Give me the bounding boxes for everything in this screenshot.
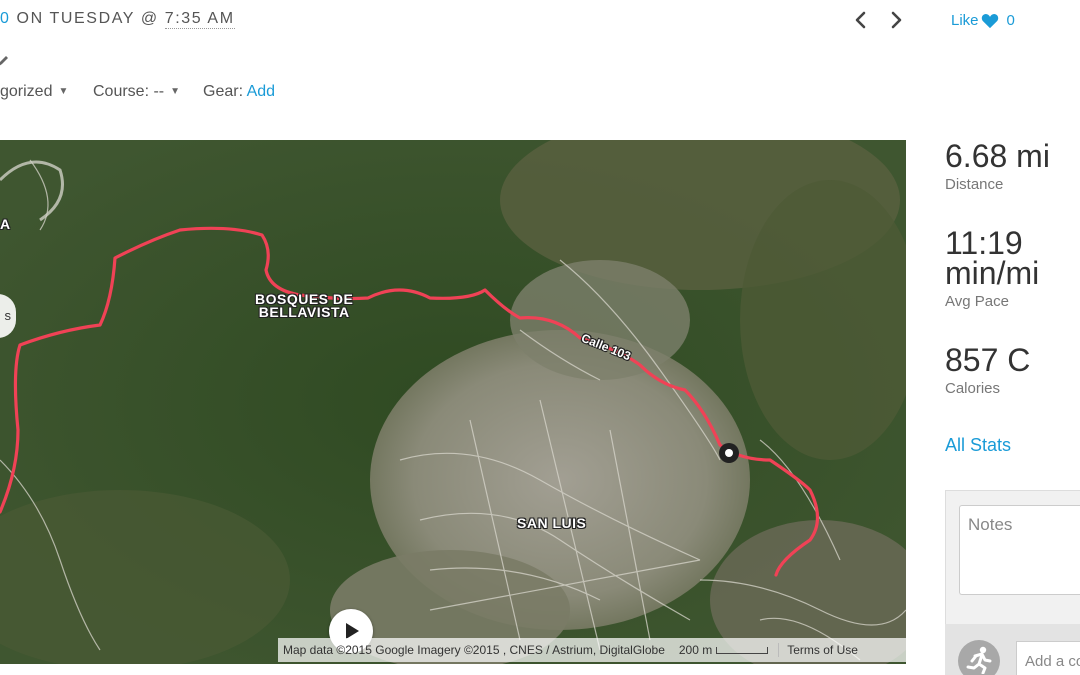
map-scale-label: 200 m [678, 643, 713, 657]
map-label-line: BELLAVISTA [258, 304, 350, 320]
like-count: 0 [1006, 12, 1015, 29]
course-dropdown[interactable]: Course: -- ▼ [93, 83, 180, 101]
map-attribution-bar: Map data ©2015 Google Imagery ©2015 , CN… [278, 638, 906, 662]
previous-activity-button[interactable] [850, 8, 872, 32]
notes-input[interactable]: Notes [959, 505, 1080, 595]
calories-value: 857 C [945, 342, 1031, 378]
caret-down-icon: ▼ [170, 86, 181, 97]
comment-input[interactable]: Add a co [1016, 641, 1080, 675]
chevron-left-icon [855, 11, 866, 29]
all-stats-link[interactable]: All Stats [945, 435, 1011, 456]
distance-value: 6.68 mi [945, 138, 1050, 174]
map-label-left-fragment: s [4, 308, 12, 323]
activity-time[interactable]: 7:35 AM [164, 10, 235, 29]
map-scale-bar [716, 646, 769, 654]
chevron-right-icon [891, 11, 902, 29]
category-dropdown[interactable]: gorized ▼ [0, 83, 68, 101]
satellite-imagery [0, 140, 906, 664]
avatar [958, 640, 1000, 675]
runner-icon [966, 646, 992, 674]
next-activity-button[interactable] [885, 8, 907, 32]
like-button[interactable]: Like 0 [951, 12, 1015, 29]
caret-down-icon: ▼ [58, 86, 69, 97]
distance-label: Distance [945, 176, 1004, 193]
pace-value-line2: min/mi [945, 255, 1040, 291]
category-label: gorized [0, 83, 53, 100]
activity-day: ON TUESDAY @ [10, 10, 165, 27]
pace-value-line1: 11:19 [945, 225, 1023, 261]
pencil-icon[interactable] [0, 54, 9, 68]
route-map[interactable]: s A BOSQUES DE BELLAVISTA Calle 103 SAN … [0, 140, 906, 664]
map-label-bosques-de-bellavista: BOSQUES DE BELLAVISTA [255, 292, 353, 320]
like-label: Like [951, 12, 979, 29]
terms-of-use-link[interactable]: Terms of Use [778, 643, 858, 657]
heart-icon [981, 13, 998, 28]
map-label-left-fragment: A [0, 216, 11, 232]
map-scale: 200 m [678, 643, 769, 657]
map-attribution: Map data ©2015 Google Imagery ©2015 , CN… [283, 643, 665, 657]
activity-header: 0 ON TUESDAY @ 7:35 AM [0, 10, 235, 29]
calories-label: Calories [945, 380, 1001, 397]
gear-label: Gear: [203, 83, 244, 100]
course-label: Course: -- [93, 83, 165, 100]
activity-title-fragment[interactable]: 0 [0, 10, 11, 27]
gear-add-link[interactable]: Add [247, 83, 275, 100]
map-label-san-luis: SAN LUIS [517, 515, 587, 531]
pace-label: Avg Pace [945, 293, 1009, 310]
gear-field: Gear: Add [203, 83, 275, 101]
